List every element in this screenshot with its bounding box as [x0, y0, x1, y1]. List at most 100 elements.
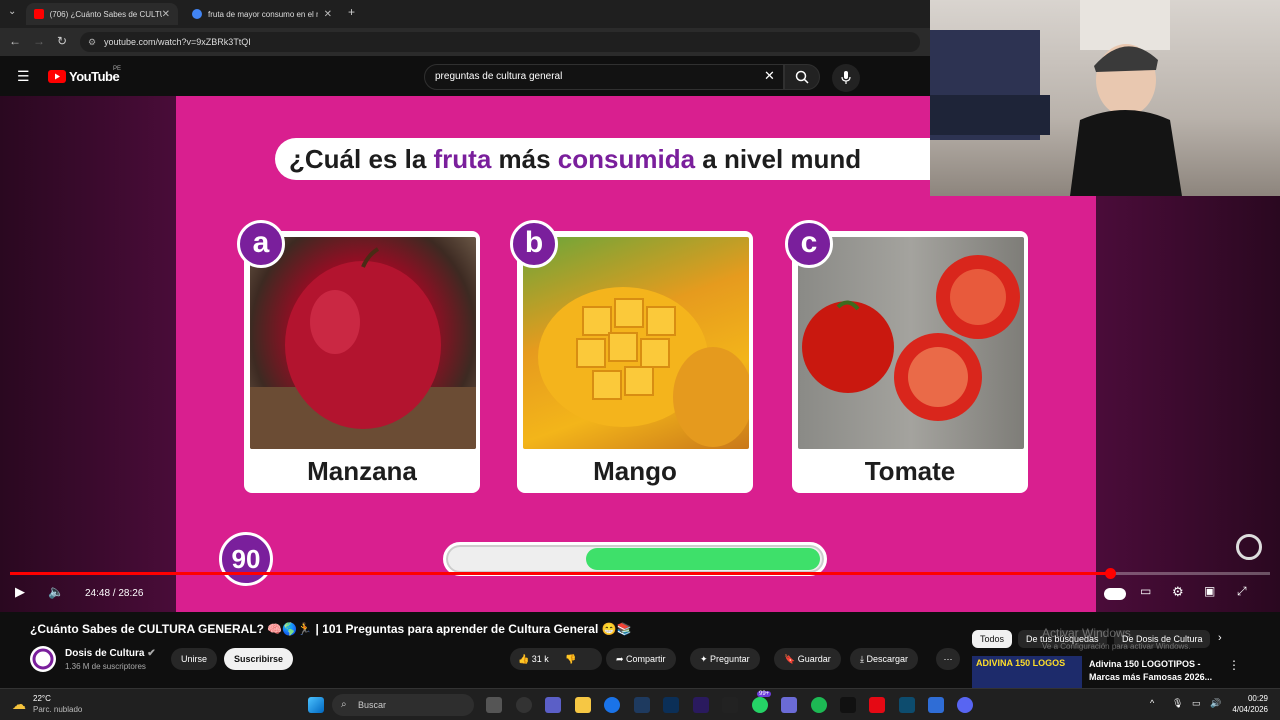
recommended-title[interactable]: Adivina 150 LOGOTIPOS - Marcas más Famos…: [1089, 658, 1219, 684]
taskbar-search[interactable]: ⌕ Buscar: [332, 694, 474, 716]
weather-icon[interactable]: ☁: [12, 696, 26, 713]
channel-watermark-icon[interactable]: [1236, 534, 1262, 560]
close-tab-icon[interactable]: ✕: [162, 9, 170, 20]
windows-start-icon[interactable]: [308, 697, 324, 713]
download-label: Descargar: [866, 654, 908, 664]
address-bar-row: ← → ↻ ⚙ youtube.com/watch?v=9xZBRk3TtQI: [0, 28, 930, 56]
recommended-thumbnail[interactable]: ADIVINA 150 LOGOS: [972, 656, 1082, 688]
clock-time[interactable]: 00:29: [1230, 694, 1268, 703]
share-button[interactable]: ➦ Compartir: [606, 648, 676, 670]
snipping-tool-icon[interactable]: [781, 697, 797, 713]
play-button[interactable]: ▶: [15, 584, 25, 600]
youtube-header: ☰ YouTube PE preguntas de cultura genera…: [0, 56, 930, 96]
activate-windows-title: Activar Windows: [1042, 626, 1131, 640]
lightroom-icon[interactable]: [634, 697, 650, 713]
chrome-icon[interactable]: [604, 697, 620, 713]
clear-search-icon[interactable]: ✕: [764, 68, 775, 84]
reload-icon[interactable]: ↻: [57, 34, 67, 48]
like-count[interactable]: 31 k: [532, 654, 549, 664]
disney-plus-icon[interactable]: [899, 697, 915, 713]
download-button[interactable]: ⤓ Descargar: [850, 648, 918, 670]
option-name: Tomate: [864, 456, 956, 486]
ask-label: Preguntar: [710, 654, 750, 664]
miniplayer-icon[interactable]: ▣: [1204, 584, 1215, 598]
chip-all[interactable]: Todos: [972, 630, 1013, 648]
channel-avatar[interactable]: [30, 646, 56, 672]
weather-temp[interactable]: 22°C: [33, 694, 51, 703]
copilot-icon[interactable]: [516, 697, 532, 713]
option-letter-badge: a: [237, 220, 285, 268]
scrub-bar[interactable]: [10, 568, 1270, 579]
windows-taskbar: ☁ 22°C Parc. nublado ⌕ Buscar 99+ ^ 🎙 ▭ …: [0, 688, 1280, 720]
tray-chevron-icon[interactable]: ^: [1150, 698, 1154, 708]
search-button[interactable]: [784, 64, 820, 90]
forward-icon[interactable]: →: [33, 34, 45, 48]
url-field[interactable]: ⚙ youtube.com/watch?v=9xZBRk3TtQI: [80, 32, 920, 52]
subtitles-icon[interactable]: ▭: [1140, 584, 1151, 598]
channel-name[interactable]: Dosis de Cultura ✔: [65, 648, 156, 659]
more-actions-button[interactable]: ⋯: [936, 648, 960, 670]
settings-gear-icon[interactable]: ⚙: [1172, 584, 1184, 600]
youtube-favicon-icon: [34, 9, 44, 19]
photoshop-icon[interactable]: [663, 697, 679, 713]
microphone-tray-icon[interactable]: 🎙: [1172, 698, 1183, 709]
weather-condition[interactable]: Parc. nublado: [33, 705, 82, 714]
network-icon[interactable]: ▭: [1192, 698, 1201, 709]
join-button[interactable]: Unirse: [171, 648, 218, 670]
browser-tab-bar: ⌄ (706) ¿Cuánto Sabes de CULTURA ✕ fruta…: [0, 0, 930, 28]
tab-label: (706) ¿Cuánto Sabes de CULTURA: [49, 9, 162, 19]
tab-label: fruta de mayor consumo en el m: [208, 9, 318, 19]
scrub-handle[interactable]: [1104, 568, 1116, 579]
ask-button[interactable]: ✦ Preguntar: [690, 648, 760, 670]
netflix-icon[interactable]: [869, 697, 885, 713]
tab-youtube[interactable]: (706) ¿Cuánto Sabes de CULTURA ✕: [26, 3, 178, 25]
verified-icon: ✔: [147, 648, 156, 659]
taskbar-search-label: Buscar: [358, 700, 387, 710]
calendar-icon[interactable]: [928, 697, 944, 713]
new-tab-button[interactable]: +: [348, 5, 355, 19]
search-icon: ⌕: [341, 699, 347, 710]
url-text: youtube.com/watch?v=9xZBRk3TtQI: [104, 37, 251, 47]
option-card-b: Mango: [517, 231, 753, 493]
youtube-logo-icon[interactable]: [48, 70, 66, 83]
save-button[interactable]: 🔖 Guardar: [774, 648, 841, 670]
youtube-logo-text[interactable]: YouTube: [69, 69, 120, 84]
tiktok-icon[interactable]: [840, 697, 856, 713]
back-icon[interactable]: ←: [9, 34, 21, 48]
menu-icon[interactable]: ☰: [17, 68, 30, 85]
dislike-icon[interactable]: 👎: [565, 654, 576, 664]
like-icon[interactable]: 👍: [518, 654, 529, 664]
option-card-a: Manzana: [244, 231, 480, 493]
subscribe-button[interactable]: Suscribirse: [224, 648, 294, 670]
country-code: PE: [113, 66, 122, 72]
premiere-icon[interactable]: [693, 697, 709, 713]
tab-list-chevron-icon[interactable]: ⌄: [8, 6, 16, 17]
spotify-icon[interactable]: [811, 697, 827, 713]
save-label: Guardar: [797, 654, 831, 664]
capcut-icon[interactable]: [722, 697, 738, 713]
autoplay-toggle[interactable]: [1104, 588, 1126, 600]
teams-icon[interactable]: [545, 697, 561, 713]
clock-date[interactable]: 4/04/2026: [1222, 705, 1268, 714]
close-tab-icon[interactable]: ✕: [324, 9, 332, 20]
tab-google[interactable]: fruta de mayor consumo en el m ✕: [184, 3, 340, 25]
site-info-icon[interactable]: ⚙: [88, 32, 96, 52]
chevron-right-icon[interactable]: ›: [1218, 632, 1222, 644]
file-explorer-icon[interactable]: [575, 697, 591, 713]
option-letter-badge: b: [510, 220, 558, 268]
volume-icon[interactable]: 🔈: [48, 584, 64, 600]
quiz-question: ¿Cuál es la fruta más consumida a nivel …: [275, 138, 955, 180]
recommended-more-icon[interactable]: ⋮: [1228, 658, 1240, 672]
video-title: ¿Cuánto Sabes de CULTURA GENERAL? 🧠🌎🏃 | …: [30, 622, 632, 636]
voice-search-button[interactable]: [832, 64, 860, 92]
search-input[interactable]: preguntas de cultura general: [424, 64, 784, 90]
discord-icon[interactable]: [957, 697, 973, 713]
fullscreen-icon[interactable]: ⤢: [1237, 584, 1247, 599]
speaker-icon[interactable]: 🔊: [1210, 698, 1221, 709]
share-label: Compartir: [626, 654, 666, 664]
question-highlight: consumida: [557, 144, 696, 174]
option-name: Mango: [593, 456, 677, 486]
task-view-icon[interactable]: [486, 697, 502, 713]
whatsapp-icon[interactable]: [752, 697, 768, 713]
like-dislike-group: 👍 31 k 👎: [510, 648, 602, 670]
